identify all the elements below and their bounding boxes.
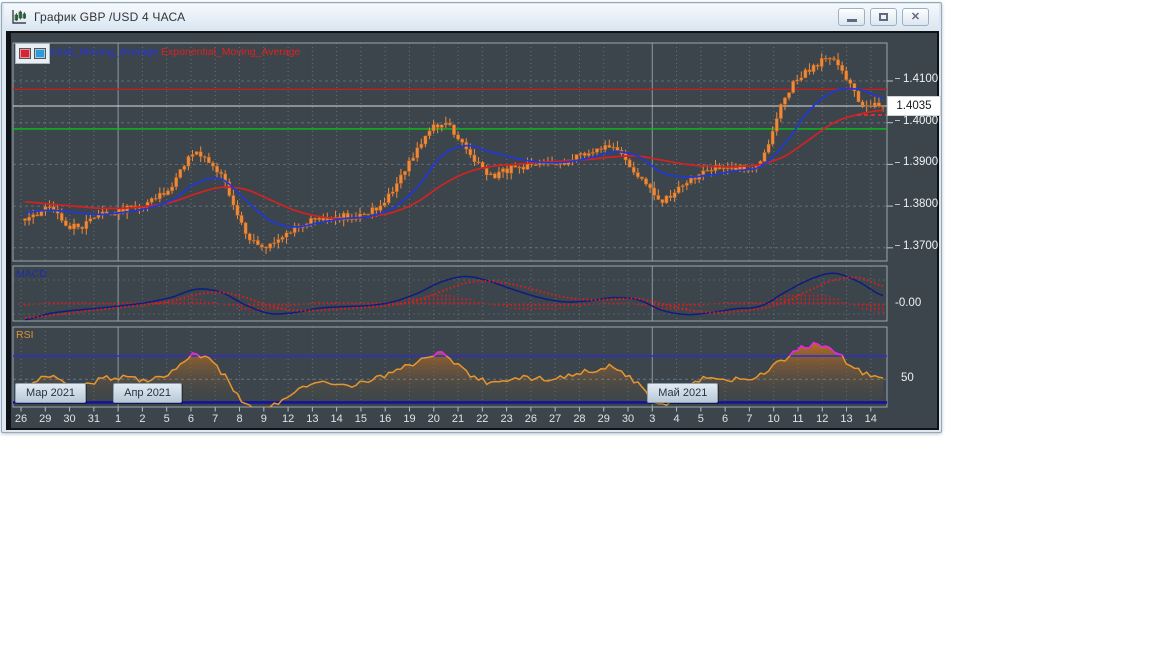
x-axis-label: 5 — [163, 413, 170, 425]
minimize-button[interactable] — [838, 8, 865, 26]
price-axis-label: 1.4100 — [895, 73, 941, 85]
price-axis-label: 1.4000 — [895, 115, 941, 127]
x-axis-label: 12 — [816, 413, 829, 425]
x-axis-label: 21 — [451, 413, 465, 425]
legend-label-ema-slow: Exponential_Moving_Average — [161, 46, 301, 58]
legend-buttons-panel — [15, 43, 50, 64]
x-axis-label: 29 — [597, 413, 610, 425]
x-axis-label: 31 — [87, 413, 100, 425]
macd-label: MACD — [16, 268, 47, 280]
x-axis-label: 23 — [500, 413, 513, 425]
rsi-axis-label: 50 — [901, 372, 914, 384]
restore-button[interactable] — [870, 8, 897, 26]
x-axis-label: 10 — [767, 413, 780, 425]
x-axis-label: 12 — [281, 413, 295, 425]
x-axis-label: 7 — [212, 413, 219, 425]
title-bar[interactable]: График GBP /USD 4 ЧАСА ✕ — [4, 4, 939, 30]
x-axis-label: 15 — [354, 413, 368, 425]
x-axis-label: 14 — [864, 413, 877, 425]
chart-window: График GBP /USD 4 ЧАСА ✕ Exponential_Mov… — [1, 2, 942, 433]
x-axis-label: 3 — [649, 413, 656, 425]
legend-blue-square-button[interactable] — [34, 48, 46, 59]
x-axis-label: 14 — [330, 413, 343, 425]
month-button[interactable]: Апр 2021 — [113, 383, 183, 403]
x-axis-label: 27 — [549, 413, 562, 425]
x-axis-label: 6 — [187, 413, 195, 425]
x-axis-label: 9 — [260, 413, 267, 425]
x-axis-label: 1 — [115, 413, 122, 425]
x-axis-label: 22 — [476, 413, 489, 425]
candlestick-chart-icon — [12, 10, 26, 24]
price-axis-label: 1.3900 — [895, 156, 941, 168]
x-axis-label: 6 — [722, 413, 729, 425]
x-axis-label: 26 — [524, 413, 537, 425]
legend-red-square-button[interactable] — [19, 48, 31, 59]
macd-axis-label: -0.00 — [895, 297, 922, 309]
x-axis-label: 7 — [746, 413, 753, 425]
x-axis-label: 30 — [621, 413, 635, 425]
month-button[interactable]: Май 2021 — [647, 383, 719, 403]
x-axis-label: 2 — [139, 413, 146, 425]
price-axis-label: 1.3800 — [895, 198, 941, 210]
x-axis-label: 11 — [792, 413, 804, 425]
x-axis-label: 28 — [573, 413, 586, 425]
x-axis-label: 4 — [673, 413, 680, 425]
x-axis-label: 19 — [403, 413, 416, 425]
chart-area[interactable]: Exponential_Moving_Average Exponential_M… — [11, 33, 941, 428]
x-axis-label: 26 — [14, 413, 28, 425]
window-title: График GBP /USD 4 ЧАСА — [34, 10, 186, 24]
x-axis-label: 5 — [697, 413, 704, 425]
close-icon: ✕ — [910, 10, 921, 23]
current-price-box: 1.4035 — [887, 96, 941, 116]
price-axis-label: 1.3700 — [895, 240, 941, 252]
x-axis-label: 20 — [427, 413, 440, 425]
chart-client: Exponential_Moving_Average Exponential_M… — [6, 31, 941, 430]
x-axis-label: 13 — [840, 413, 853, 425]
x-axis-label: 30 — [63, 413, 76, 425]
close-button[interactable]: ✕ — [902, 8, 929, 26]
x-axis-label: 8 — [236, 413, 243, 425]
x-axis-label: 13 — [306, 413, 319, 425]
x-axis-label: 29 — [39, 413, 52, 425]
minimize-icon — [846, 18, 857, 22]
x-axis-label: 16 — [379, 413, 392, 425]
rsi-label: RSI — [16, 329, 34, 341]
month-button[interactable]: Мар 2021 — [15, 383, 87, 403]
restore-icon — [879, 13, 888, 21]
price-macd-rsi-chart[interactable] — [11, 33, 937, 425]
